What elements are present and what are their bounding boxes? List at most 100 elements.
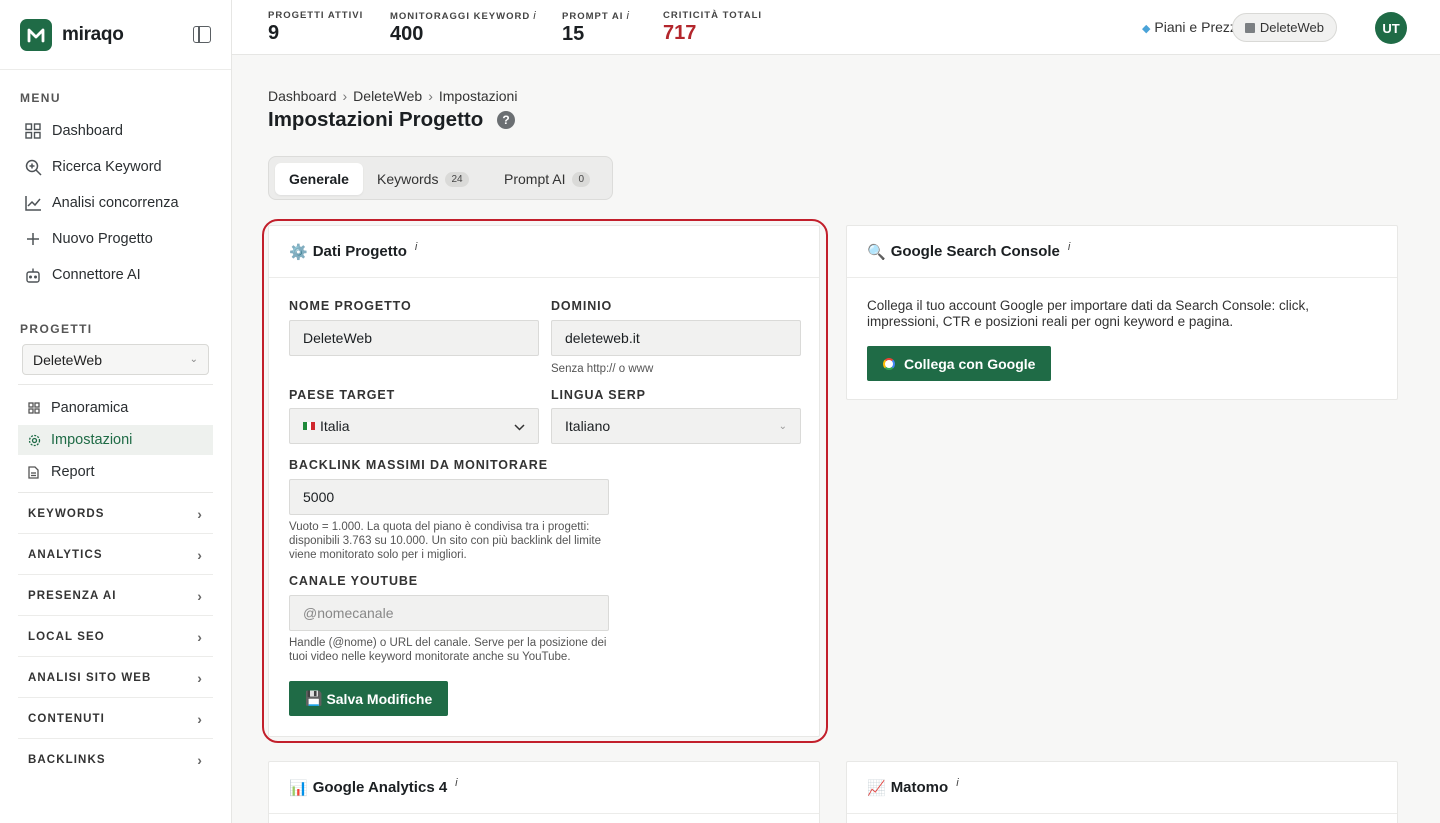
chevron-down-icon: ⌄ [778, 420, 787, 432]
country-select[interactable]: Italia [289, 408, 539, 444]
info-icon[interactable]: i [533, 10, 536, 22]
search-plus-icon [24, 158, 42, 176]
name-label: NOME PROGETTO [289, 299, 412, 313]
tab-label: Keywords [377, 171, 439, 187]
menu-item-label: Nuovo Progetto [52, 231, 153, 247]
projects-section-label: PROGETTI [20, 322, 93, 336]
project-name-input[interactable]: DeleteWeb [289, 320, 539, 356]
count-badge: 0 [572, 171, 591, 187]
tab-label: Generale [289, 171, 349, 187]
help-icon[interactable]: ? [497, 111, 515, 129]
domain-input[interactable]: deleteweb.it [551, 320, 801, 356]
avatar[interactable]: UT [1375, 12, 1407, 44]
group-label: PRESENZA AI [28, 589, 117, 602]
sidebar-toggle-icon[interactable] [193, 26, 211, 43]
top-bar: PROGETTI ATTIVI 9 MONITORAGGI KEYWORD i 4… [232, 0, 1440, 55]
stat-label: PROMPT AI i [562, 10, 630, 22]
google-icon [883, 357, 895, 370]
divider [18, 384, 213, 385]
stat-value: 15 [562, 23, 585, 45]
card-header: 🔍 Google Search Console i [847, 226, 1397, 278]
bar-chart-icon: 📊 [289, 779, 308, 797]
robot-icon [24, 266, 42, 284]
backlink-limit-input[interactable]: 5000 [289, 479, 609, 515]
language-select[interactable]: Italiano ⌄ [551, 408, 801, 444]
italy-flag-icon [303, 422, 315, 430]
group-label: CONTENUTI [28, 712, 105, 725]
count-badge: 24 [445, 171, 469, 187]
chevron-down-icon: ⌄ [189, 354, 198, 365]
card-header: ⚙️ Dati Progetto i [269, 226, 819, 278]
project-chip-label: DeleteWeb [1259, 20, 1324, 35]
connect-google-button[interactable]: Collega con Google [867, 346, 1052, 381]
stat-progetti-attivi: PROGETTI ATTIVI 9 [268, 10, 363, 45]
project-data-card: ⚙️ Dati Progetto i NOME PROGETTO DeleteW… [268, 225, 820, 737]
sidebar-item-label: Report [51, 464, 95, 480]
sidebar-item-impostazioni[interactable]: Impostazioni [18, 425, 213, 455]
sidebar-group-keywords[interactable]: KEYWORDS › [18, 494, 213, 534]
domain-label: DOMINIO [551, 299, 613, 313]
menu-section-label: MENU [20, 91, 61, 105]
chevron-right-icon: › [197, 669, 203, 686]
sidebar-group-analytics[interactable]: ANALYTICS › [18, 535, 213, 575]
menu-item-label: Connettore AI [52, 267, 141, 283]
card-title: Google Search Console [890, 243, 1060, 260]
divider [18, 492, 213, 493]
menu-item-connettore-ai[interactable]: Connettore AI [18, 259, 214, 291]
gear-icon: ⚙️ [289, 243, 308, 261]
logo-icon[interactable] [20, 18, 52, 51]
chevron-right-icon: › [197, 587, 203, 604]
group-label: ANALISI SITO WEB [28, 671, 152, 684]
page-title: Impostazioni Progetto [268, 108, 484, 131]
menu-item-ricerca-keyword[interactable]: Ricerca Keyword [18, 151, 214, 183]
card-header: 📈 Matomo i [847, 762, 1397, 814]
info-icon[interactable]: i [626, 10, 629, 22]
chevron-right-icon: › [197, 710, 203, 727]
info-icon[interactable]: i [956, 777, 958, 789]
sidebar-group-backlinks[interactable]: BACKLINKS › [18, 740, 213, 780]
tab-prompt-ai[interactable]: Prompt AI 0 [490, 163, 604, 195]
sidebar-group-local-seo[interactable]: LOCAL SEO › [18, 617, 213, 657]
project-select[interactable]: DeleteWeb ⌄ [22, 344, 209, 375]
sidebar-item-panoramica[interactable]: Panoramica [18, 393, 213, 423]
sidebar-group-contenuti[interactable]: CONTENUTI › [18, 699, 213, 739]
sidebar-group-presenza-ai[interactable]: PRESENZA AI › [18, 576, 213, 616]
stat-criticita-totali: CRITICITÀ TOTALI 717 [663, 10, 762, 45]
save-button-label: Salva Modifiche [326, 690, 433, 707]
plans-link[interactable]: ◆ Piani e Prezzi [1142, 19, 1240, 35]
breadcrumb-project[interactable]: DeleteWeb [353, 88, 422, 104]
country-label: PAESE TARGET [289, 388, 396, 402]
connect-google-label: Collega con Google [904, 355, 1036, 372]
sidebar-group-analisi-sito-web[interactable]: ANALISI SITO WEB › [18, 658, 213, 698]
stat-value: 9 [268, 22, 280, 44]
menu-item-nuovo-progetto[interactable]: Nuovo Progetto [18, 223, 214, 255]
backlink-hint: Vuoto = 1.000. La quota del piano è cond… [289, 521, 601, 561]
floppy-icon: 💾 [305, 690, 323, 706]
tab-generale[interactable]: Generale [275, 163, 363, 195]
group-label: BACKLINKS [28, 754, 106, 766]
stat-label: CRITICITÀ TOTALI [663, 10, 763, 21]
menu-item-label: Dashboard [52, 123, 123, 139]
breadcrumb-dashboard[interactable]: Dashboard [268, 88, 337, 104]
gsc-description: Collega il tuo account Google per import… [867, 298, 1309, 329]
youtube-label: CANALE YOUTUBE [289, 574, 419, 588]
card-header: 📊 Google Analytics 4 i [269, 762, 819, 814]
tab-keywords[interactable]: Keywords 24 [363, 163, 483, 195]
chevron-right-icon: › [197, 628, 203, 645]
domain-hint: Senza http:// o www [551, 363, 654, 375]
sidebar-item-report[interactable]: Report [18, 457, 213, 487]
sidebar-item-label: Impostazioni [51, 432, 133, 448]
info-icon[interactable]: i [455, 777, 457, 789]
breadcrumb: Dashboard › DeleteWeb › Impostazioni [268, 88, 517, 104]
matomo-card: 📈 Matomo i [846, 761, 1398, 823]
project-chip[interactable]: DeleteWeb [1231, 13, 1337, 42]
gear-icon [28, 434, 42, 447]
menu-item-dashboard[interactable]: Dashboard [18, 115, 214, 147]
youtube-channel-input[interactable]: @nomecanale [289, 595, 609, 631]
save-button[interactable]: 💾 Salva Modifiche [289, 681, 449, 716]
stat-label: MONITORAGGI KEYWORD i [390, 10, 537, 22]
menu-item-analisi-concorrenza[interactable]: Analisi concorrenza [18, 187, 214, 219]
google-analytics-card: 📊 Google Analytics 4 i [268, 761, 820, 823]
info-icon[interactable]: i [415, 241, 417, 253]
info-icon[interactable]: i [1068, 241, 1070, 253]
